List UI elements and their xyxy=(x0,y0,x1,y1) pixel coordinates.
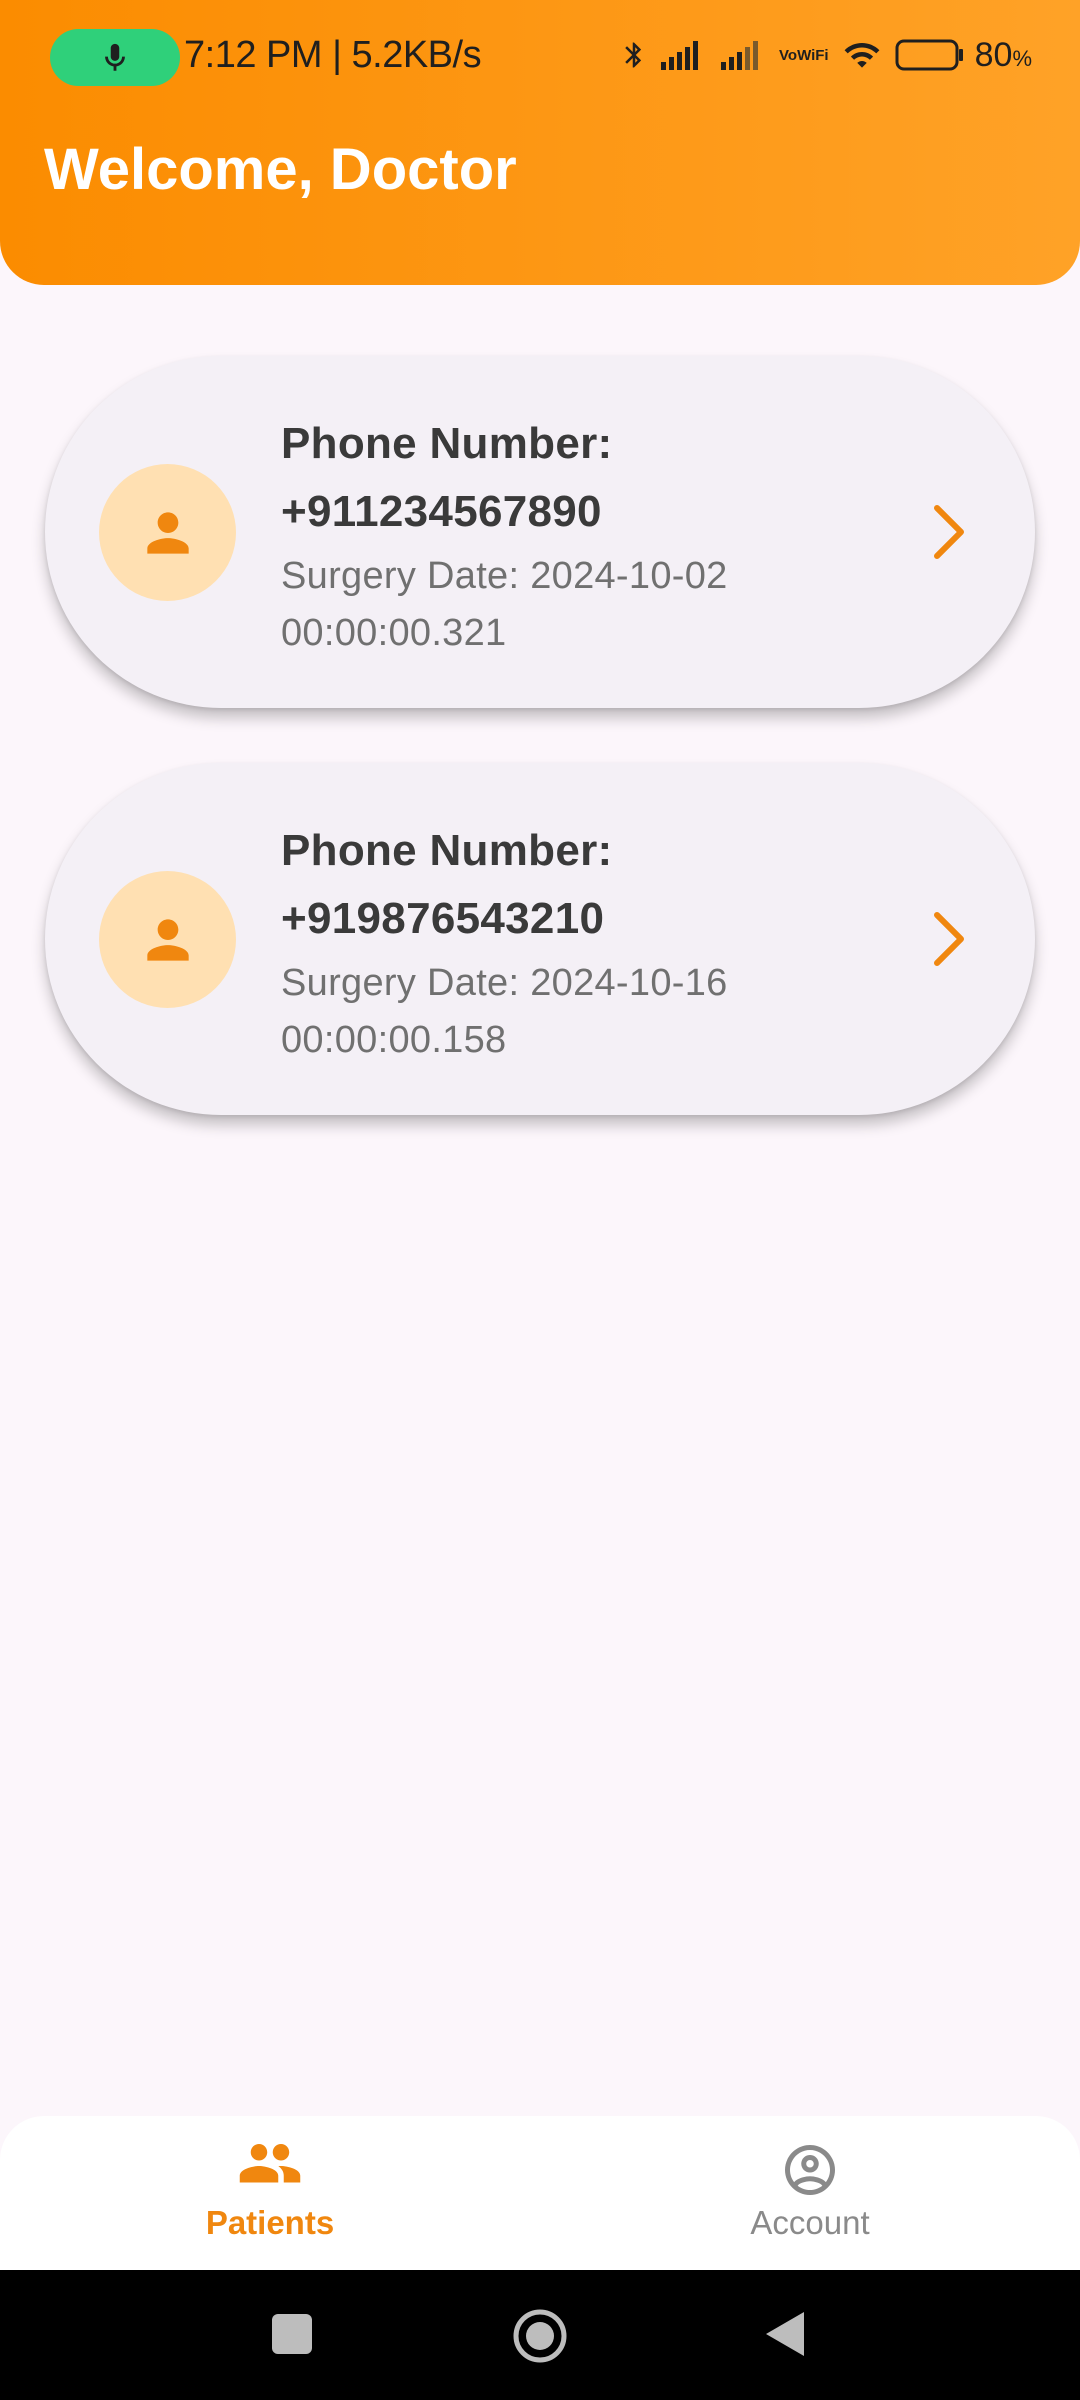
phone-number: +911234567890 xyxy=(281,487,602,536)
battery-icon xyxy=(895,38,965,72)
app-header: 7:12 PM | 5.2KB/s Vo WiFi 80% Welcome, D… xyxy=(0,0,1080,285)
system-navigation-bar xyxy=(0,2270,1080,2400)
status-icons: Vo WiFi 80% xyxy=(619,34,1032,76)
battery-percent: 80% xyxy=(974,35,1032,74)
vowifi-icon: Vo WiFi xyxy=(779,48,829,63)
patient-info: Phone Number: +919876543210 Surgery Date… xyxy=(281,817,841,1069)
surgery-date: Surgery Date: 2024-10-16 00:00:00.158 xyxy=(281,955,841,1069)
surgery-date-line: Surgery Date: 2024-10-02 xyxy=(281,555,728,597)
phone-label: Phone Number: xyxy=(281,419,613,468)
patient-card[interactable]: Phone Number: +919876543210 Surgery Date… xyxy=(45,763,1035,1115)
status-bar: 7:12 PM | 5.2KB/s Vo WiFi 80% xyxy=(0,0,1080,112)
patient-card[interactable]: Phone Number: +911234567890 Surgery Date… xyxy=(45,356,1035,708)
nav-item-account[interactable]: Account xyxy=(540,2116,1080,2270)
nav-label-patients: Patients xyxy=(205,2204,335,2241)
avatar xyxy=(99,464,236,601)
patient-info: Phone Number: +911234567890 Surgery Date… xyxy=(281,410,841,662)
wifi-icon xyxy=(839,36,885,74)
surgery-date-line: Surgery Date: 2024-10-16 xyxy=(281,962,728,1004)
account-circle-icon xyxy=(785,2145,835,2195)
back-triangle-icon[interactable] xyxy=(762,2308,806,2360)
vowifi-label-bottom: WiFi xyxy=(797,46,829,64)
bluetooth-icon xyxy=(619,35,649,75)
mic-icon xyxy=(105,43,125,71)
person-icon xyxy=(146,918,189,961)
surgery-time-line: 00:00:00.158 xyxy=(281,1019,507,1061)
home-circle-icon[interactable] xyxy=(510,2308,570,2364)
people-icon xyxy=(239,2144,301,2183)
mic-indicator[interactable] xyxy=(50,29,180,86)
nav-label-account: Account xyxy=(750,2204,870,2241)
recents-square-icon[interactable] xyxy=(270,2308,314,2360)
bottom-navigation: Patients Account xyxy=(0,2116,1080,2270)
screen: 7:12 PM | 5.2KB/s Vo WiFi 80% Welcome, D… xyxy=(0,0,1080,2400)
avatar xyxy=(99,871,236,1008)
chevron-right-icon[interactable] xyxy=(929,502,969,562)
signal-icon xyxy=(719,38,769,72)
vowifi-label-top: Vo xyxy=(779,46,798,64)
phone-label: Phone Number: xyxy=(281,826,613,875)
status-time: 7:12 PM | 5.2KB/s xyxy=(184,34,482,76)
surgery-time-line: 00:00:00.321 xyxy=(281,612,507,654)
page-title: Welcome, Doctor xyxy=(44,137,517,202)
signal-icon xyxy=(659,38,709,72)
chevron-right-icon[interactable] xyxy=(929,909,969,969)
phone-number: +919876543210 xyxy=(281,894,605,943)
person-icon xyxy=(146,511,189,554)
surgery-date: Surgery Date: 2024-10-02 00:00:00.321 xyxy=(281,548,841,662)
nav-item-patients[interactable]: Patients xyxy=(0,2116,540,2270)
